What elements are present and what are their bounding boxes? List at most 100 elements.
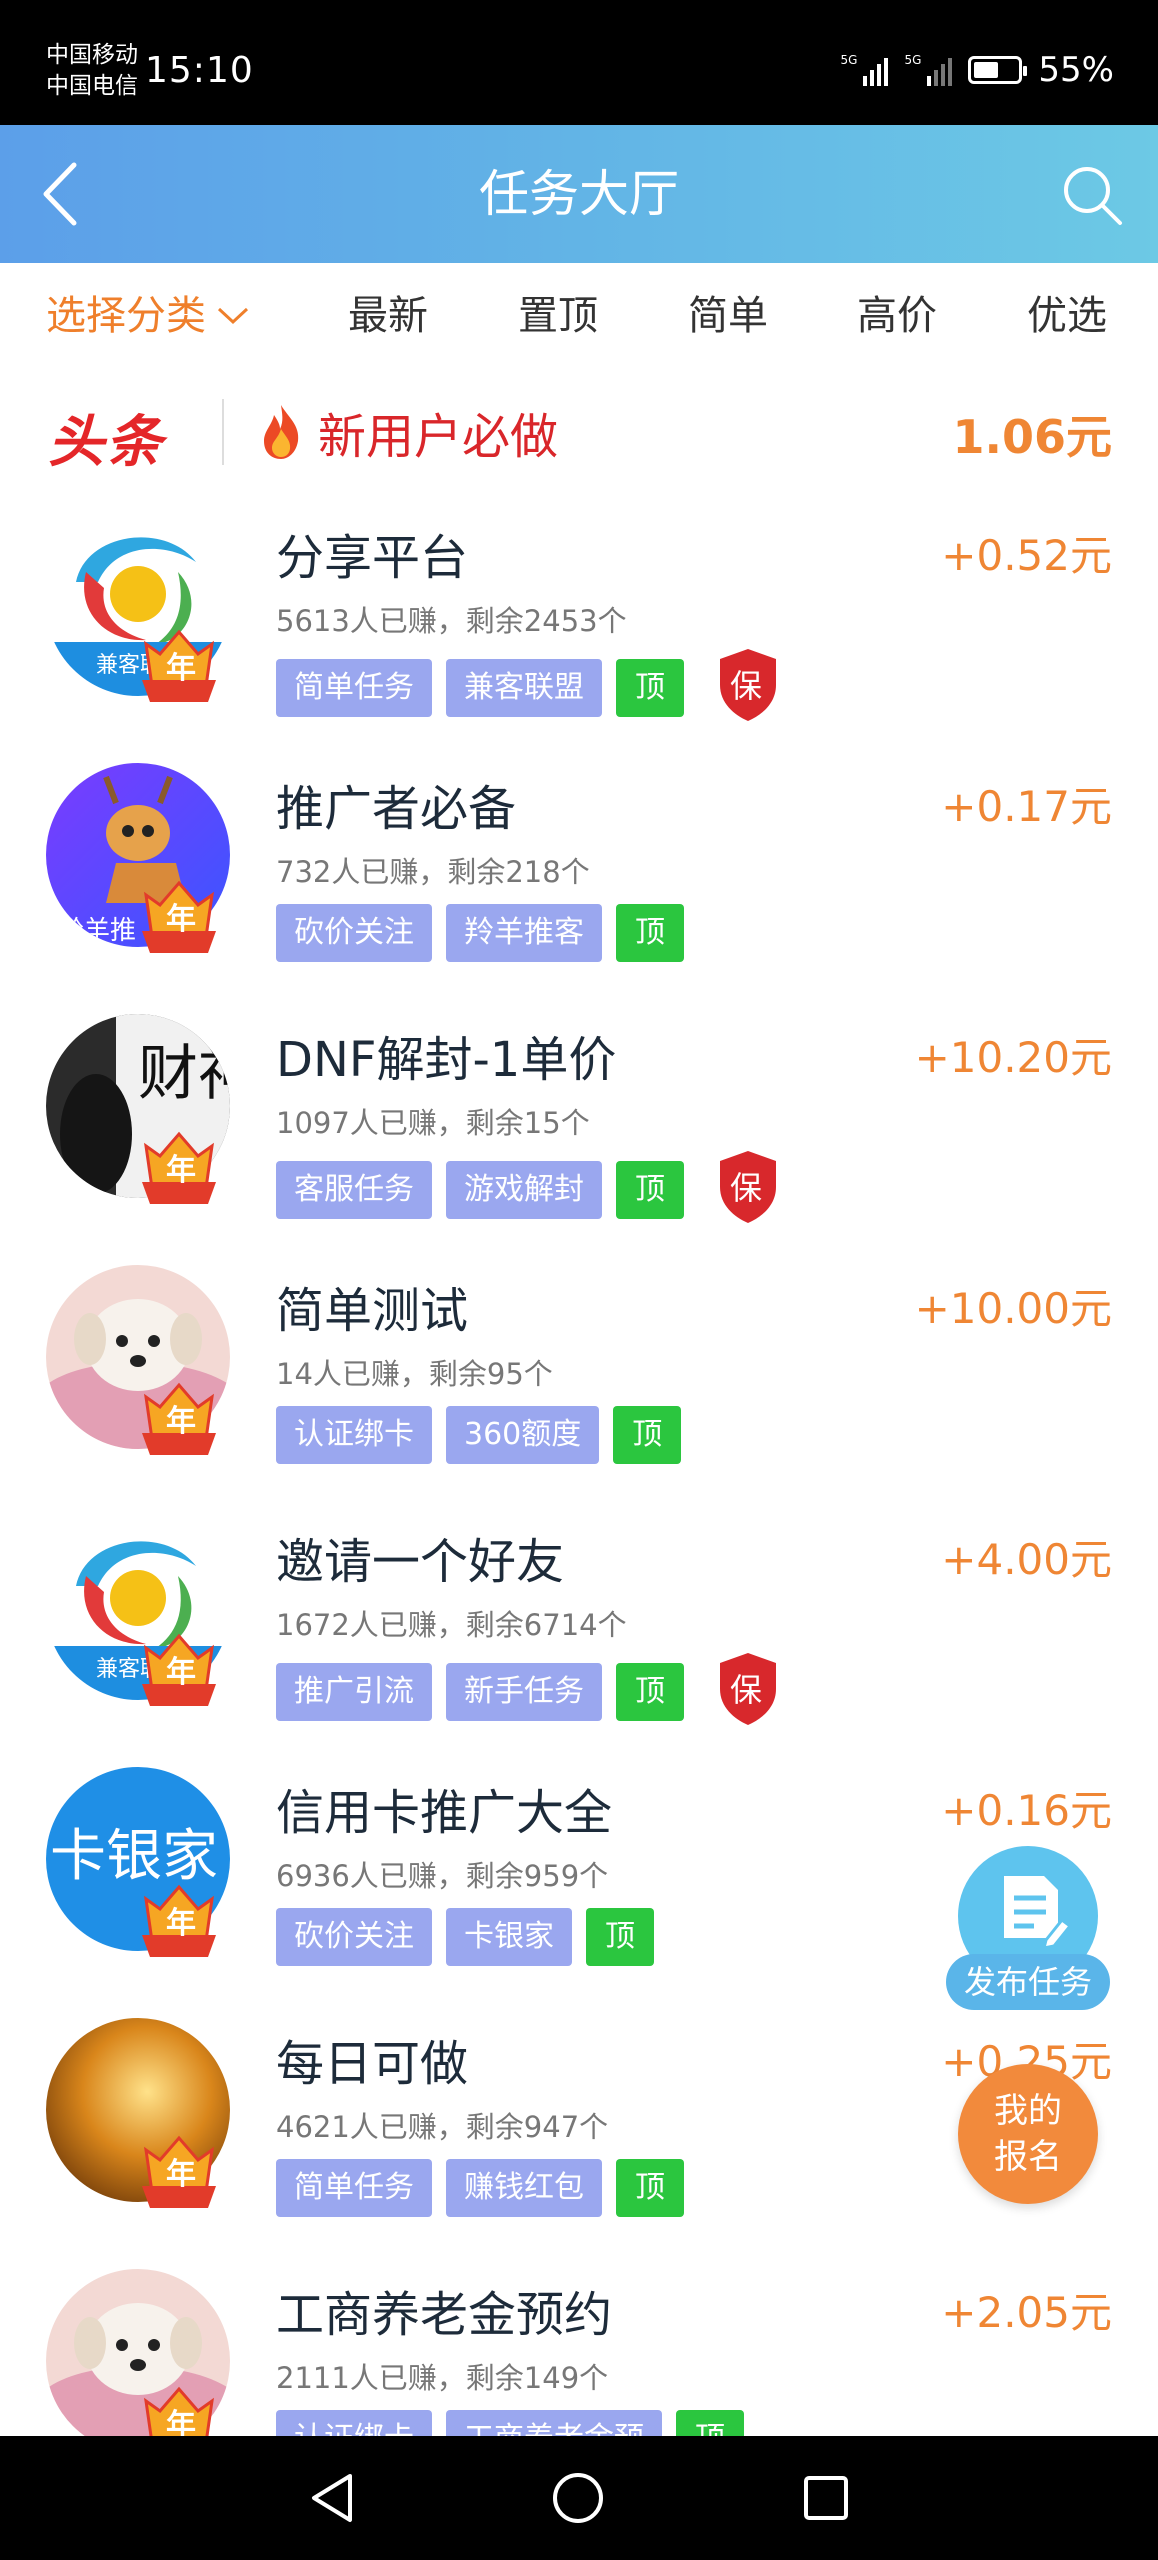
guarantee-shield-icon: 保 bbox=[720, 1653, 776, 1725]
tab-high-price[interactable]: 高价 bbox=[857, 263, 937, 369]
task-tag: 认证绑卡 bbox=[276, 1406, 432, 1464]
task-reward: +4.00元 bbox=[941, 1535, 1112, 1584]
year-badge-text: 年 bbox=[166, 651, 196, 686]
tab-pinned[interactable]: 置顶 bbox=[518, 263, 598, 369]
calligraphy-text: 财神 bbox=[138, 1039, 230, 1109]
signup-line-1: 我的 bbox=[994, 2091, 1062, 2131]
task-reward: +10.20元 bbox=[914, 1033, 1112, 1082]
chevron-down-icon bbox=[217, 307, 249, 325]
clock: 15:10 bbox=[145, 50, 254, 91]
task-stats: 1672人已赚，剩余6714个 bbox=[276, 1608, 627, 1642]
signal-icon: 5G bbox=[841, 54, 889, 86]
task-tags: 简单任务 赚钱红包顶 bbox=[276, 2159, 684, 2217]
status-icons: 5G 5G 55% bbox=[841, 50, 1114, 90]
year-badge-icon: 年 bbox=[142, 2135, 216, 2208]
task-tag: 推广引流 bbox=[276, 1663, 432, 1721]
search-button[interactable] bbox=[1060, 163, 1126, 229]
task-title: 推广者必备 bbox=[276, 781, 517, 837]
app-header: 任务大厅 bbox=[0, 125, 1158, 263]
back-triangle-icon[interactable] bbox=[302, 2468, 362, 2528]
divider bbox=[222, 399, 224, 465]
task-tag: 兼客联盟 bbox=[446, 659, 602, 717]
page-title: 任务大厅 bbox=[479, 165, 679, 223]
task-avatar: 兼客联年 bbox=[46, 1516, 230, 1706]
year-badge-icon: 年 bbox=[142, 880, 216, 953]
pinned-badge: 顶 bbox=[616, 2159, 684, 2217]
task-avatar: 羚羊推年 bbox=[46, 763, 230, 953]
task-item[interactable]: 兼客联年邀请一个好友 1672人已赚，剩余6714个 推广引流 新手任务顶 保 +4.00… bbox=[0, 1506, 1158, 1757]
task-title: DNF解封-1单价 bbox=[276, 1032, 617, 1088]
tab-preferred[interactable]: 优选 bbox=[1027, 263, 1107, 369]
task-tag: 赚钱红包 bbox=[446, 2159, 602, 2217]
year-badge-icon: 年 bbox=[142, 1633, 216, 1706]
tab-simple[interactable]: 简单 bbox=[688, 263, 768, 369]
task-avatar: 年 bbox=[46, 2269, 230, 2459]
task-tags: 推广引流 新手任务顶 保 bbox=[276, 1653, 780, 1727]
home-circle-icon[interactable] bbox=[548, 2468, 608, 2528]
my-signup-button[interactable]: 我的 报名 bbox=[958, 2064, 1098, 2204]
task-item[interactable]: 年 简单测试 14人已赚，剩余95个 认证绑卡 360额度顶 +10.00元 bbox=[0, 1255, 1158, 1506]
tab-newest[interactable]: 最新 bbox=[348, 263, 428, 369]
system-nav-bar bbox=[0, 2436, 1158, 2560]
task-title: 简单测试 bbox=[276, 1283, 469, 1339]
task-tag: 砍价关注 bbox=[276, 1908, 432, 1966]
deer-caption: 羚羊推 bbox=[58, 916, 136, 946]
task-title: 工商养老金预约 bbox=[276, 2287, 613, 2343]
task-stats: 5613人已赚，剩余2453个 bbox=[276, 604, 627, 638]
task-avatar: 卡银家年 bbox=[46, 1767, 230, 1957]
guarantee-shield-icon: 保 bbox=[720, 1151, 776, 1223]
headline-text: 新用户必做 bbox=[318, 409, 559, 465]
guarantee-text: 保 bbox=[730, 667, 762, 705]
task-item[interactable]: 财神年 DNF解封-1单价 1097人已赚，剩余15个客服任务 游戏解封顶 保 +10.2… bbox=[0, 1004, 1158, 1255]
task-title: 信用卡推广大全 bbox=[276, 1785, 613, 1841]
task-tag: 360额度 bbox=[446, 1406, 600, 1464]
task-tags: 砍价关注 卡银家顶 bbox=[276, 1908, 654, 1966]
task-stats: 6936人已赚，剩余959个 bbox=[276, 1859, 609, 1893]
year-badge-icon: 年 bbox=[142, 1131, 216, 1204]
task-reward: +10.00元 bbox=[914, 1284, 1112, 1333]
task-reward: +0.17元 bbox=[941, 782, 1112, 831]
year-badge-text: 年 bbox=[166, 902, 196, 937]
task-tags: 客服任务 游戏解封顶 保 bbox=[276, 1151, 780, 1225]
carrier-names: 中国移动 中国电信 bbox=[46, 40, 138, 102]
year-badge-icon: 年 bbox=[142, 1884, 216, 1957]
task-tag: 羚羊推客 bbox=[446, 904, 602, 962]
fire-icon bbox=[264, 405, 299, 459]
pinned-badge: 顶 bbox=[616, 1663, 684, 1721]
year-badge-text: 年 bbox=[166, 1153, 196, 1188]
task-stats: 1097人已赚，剩余15个 bbox=[276, 1106, 590, 1140]
task-reward: +0.16元 bbox=[941, 1786, 1112, 1835]
task-stats: 4621人已赚，剩余947个 bbox=[276, 2110, 609, 2144]
headline-banner[interactable]: 头条 新用户必做 1.06元 bbox=[0, 383, 1158, 483]
headline-price: 1.06元 bbox=[952, 410, 1113, 464]
battery-icon bbox=[968, 56, 1028, 84]
task-avatar: 年 bbox=[46, 1265, 230, 1455]
publish-label: 发布任务 bbox=[946, 1954, 1110, 2010]
task-tags: 简单任务 兼客联盟顶 保 bbox=[276, 649, 780, 723]
recents-square-icon[interactable] bbox=[796, 2468, 856, 2528]
task-title: 分享平台 bbox=[276, 530, 469, 586]
task-item[interactable]: 羚羊推年推广者必备 732人已赚，剩余218个 砍价关注 羚羊推客顶 +0.17元 bbox=[0, 753, 1158, 1004]
task-avatar: 兼客联年 bbox=[46, 512, 230, 702]
publish-task-button[interactable]: 发布任务 bbox=[946, 1846, 1110, 2016]
task-tag: 新手任务 bbox=[446, 1663, 602, 1721]
guarantee-text: 保 bbox=[730, 1671, 762, 1709]
carrier-1: 中国移动 bbox=[46, 42, 138, 68]
task-item[interactable]: 兼客联年分享平台 5613人已赚，剩余2453个简单任务 兼客联盟顶 保 +0.52元 bbox=[0, 502, 1158, 753]
pinned-badge: 顶 bbox=[613, 1406, 682, 1464]
task-list: 兼客联年分享平台 5613人已赚，剩余2453个 简单任务 兼客联盟顶保 +0.52元羚… bbox=[0, 502, 1158, 2510]
status-bar: 中国移动 中国电信 15:10 5G 5G 55% bbox=[0, 0, 1158, 125]
pinned-badge: 顶 bbox=[586, 1908, 654, 1966]
year-badge-text: 年 bbox=[166, 2157, 196, 2192]
signal-icon-2: 5G bbox=[904, 54, 953, 86]
task-stats: 2111人已赚，剩余149个 bbox=[276, 2361, 609, 2395]
task-reward: +0.52元 bbox=[941, 531, 1112, 580]
task-tag: 简单任务 bbox=[276, 659, 432, 717]
signup-line-2: 报名 bbox=[994, 2137, 1062, 2177]
category-select[interactable]: 选择分类 bbox=[46, 263, 250, 369]
task-avatar: 年 bbox=[46, 2018, 230, 2208]
search-icon bbox=[1064, 167, 1122, 225]
task-tag: 简单任务 bbox=[276, 2159, 432, 2217]
task-tag: 客服任务 bbox=[276, 1161, 432, 1219]
task-tag: 游戏解封 bbox=[446, 1161, 602, 1219]
